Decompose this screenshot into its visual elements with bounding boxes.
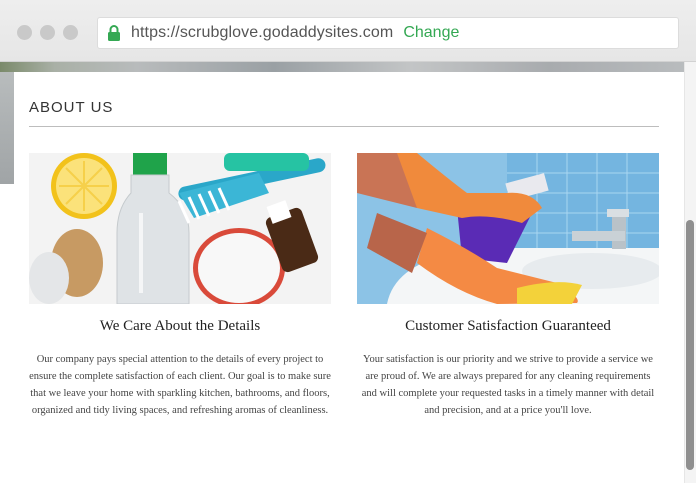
header-image-strip (0, 62, 686, 72)
card-title: We Care About the Details (99, 318, 261, 334)
scrollbar-thumb[interactable] (686, 220, 694, 470)
card-title: Customer Satisfaction Guaranteed (405, 318, 611, 334)
close-window-icon[interactable] (17, 25, 32, 40)
card-description: Your satisfaction is our priority and we… (361, 354, 655, 416)
maximize-window-icon[interactable] (63, 25, 78, 40)
section-title: ABOUT US (29, 99, 114, 116)
minimize-window-icon[interactable] (40, 25, 55, 40)
feature-card-satisfaction: Customer Satisfaction Guaranteed Your sa… (357, 153, 659, 419)
cleaning-sink-image (357, 153, 659, 304)
card-description: Our company pays special attention to th… (29, 354, 331, 416)
divider (29, 126, 659, 127)
url-text[interactable]: https://scrubglove.godaddysites.com (131, 24, 393, 42)
feature-card-details: We Care About the Details Our company pa… (29, 153, 331, 419)
background-image-edge (0, 72, 14, 184)
cleaning-supplies-image (29, 153, 331, 304)
address-bar[interactable]: https://scrubglove.godaddysites.com Chan… (97, 17, 679, 49)
lock-icon (108, 25, 120, 41)
window-controls (17, 25, 78, 40)
browser-toolbar: https://scrubglove.godaddysites.com Chan… (0, 0, 696, 62)
change-link[interactable]: Change (403, 24, 459, 42)
